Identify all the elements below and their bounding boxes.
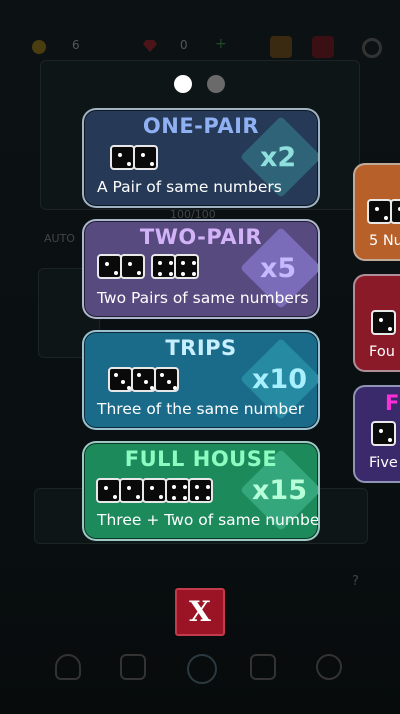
die-icon xyxy=(174,254,199,279)
die-icon xyxy=(131,367,156,392)
combo-title: F xyxy=(385,391,400,415)
gem-count: 0 xyxy=(180,38,188,52)
die-icon xyxy=(151,254,176,279)
combo-card-five-numbers[interactable]: 5 Nu xyxy=(353,163,400,261)
die-icon xyxy=(142,478,167,503)
auto-label[interactable]: AUTO xyxy=(44,232,75,245)
combo-title: FULL HOUSE xyxy=(124,447,278,471)
combo-multiplier: x2 xyxy=(260,142,297,173)
combo-multiplier: x10 xyxy=(252,364,307,395)
coin-count: 6 xyxy=(72,38,80,52)
combo-description: Three of the same number xyxy=(97,400,305,418)
bottom-nav xyxy=(0,640,400,700)
combo-card-four-kind[interactable]: Fou xyxy=(353,274,400,372)
die-icon xyxy=(154,367,179,392)
die-icon xyxy=(371,421,396,446)
combo-description: Two Pairs of same numbers xyxy=(97,289,309,307)
pager-dot-1[interactable] xyxy=(174,75,192,93)
upgrade-icon[interactable] xyxy=(120,654,146,680)
die-icon xyxy=(371,310,396,335)
combo-card-two-pair[interactable]: TWO-PAIR x5 Two Pairs of same numbers xyxy=(82,219,320,319)
die-icon xyxy=(133,145,158,170)
die-icon xyxy=(188,478,213,503)
combo-multiplier: x5 xyxy=(260,253,297,284)
combo-description: Fou xyxy=(369,344,395,360)
help-icon[interactable]: ? xyxy=(352,574,359,589)
gear-icon[interactable] xyxy=(362,38,382,58)
pager-dot-2[interactable] xyxy=(207,75,225,93)
die-icon xyxy=(108,367,133,392)
die-icon xyxy=(367,199,392,224)
combo-title: TWO-PAIR xyxy=(139,225,263,249)
die-icon xyxy=(110,145,135,170)
die-icon xyxy=(120,254,145,279)
combo-card-trips[interactable]: TRIPS x10 Three of the same number xyxy=(82,330,320,430)
combo-card-full-house[interactable]: FULL HOUSE x15 Three + Two of same numbe… xyxy=(82,441,320,541)
combo-card-five-kind[interactable]: F Five xyxy=(353,385,400,483)
calendar-icon[interactable] xyxy=(312,36,334,58)
combo-title: ONE-PAIR xyxy=(142,114,260,138)
combo-title: TRIPS xyxy=(165,336,237,360)
add-gems-button[interactable]: + xyxy=(215,36,227,52)
combo-multiplier: x15 xyxy=(252,475,307,506)
die-icon xyxy=(97,254,122,279)
profile-icon[interactable] xyxy=(55,654,81,680)
die-icon xyxy=(165,478,190,503)
treasure-map-icon[interactable] xyxy=(270,36,292,58)
die-icon xyxy=(119,478,144,503)
compass-icon[interactable] xyxy=(316,654,342,680)
close-button[interactable]: X xyxy=(175,588,225,636)
combo-description: Five xyxy=(369,455,398,471)
die-icon xyxy=(390,199,400,224)
combo-card-one-pair[interactable]: ONE-PAIR x2 A Pair of same numbers xyxy=(82,108,320,208)
combo-description: Three + Two of same numbers xyxy=(97,511,320,529)
combo-description: 5 Nu xyxy=(369,233,400,249)
home-icon[interactable] xyxy=(187,654,217,684)
cart-icon[interactable] xyxy=(250,654,276,680)
combo-description: A Pair of same numbers xyxy=(97,178,282,196)
coin-icon xyxy=(32,40,46,54)
gem-icon xyxy=(143,40,157,52)
die-icon xyxy=(96,478,121,503)
